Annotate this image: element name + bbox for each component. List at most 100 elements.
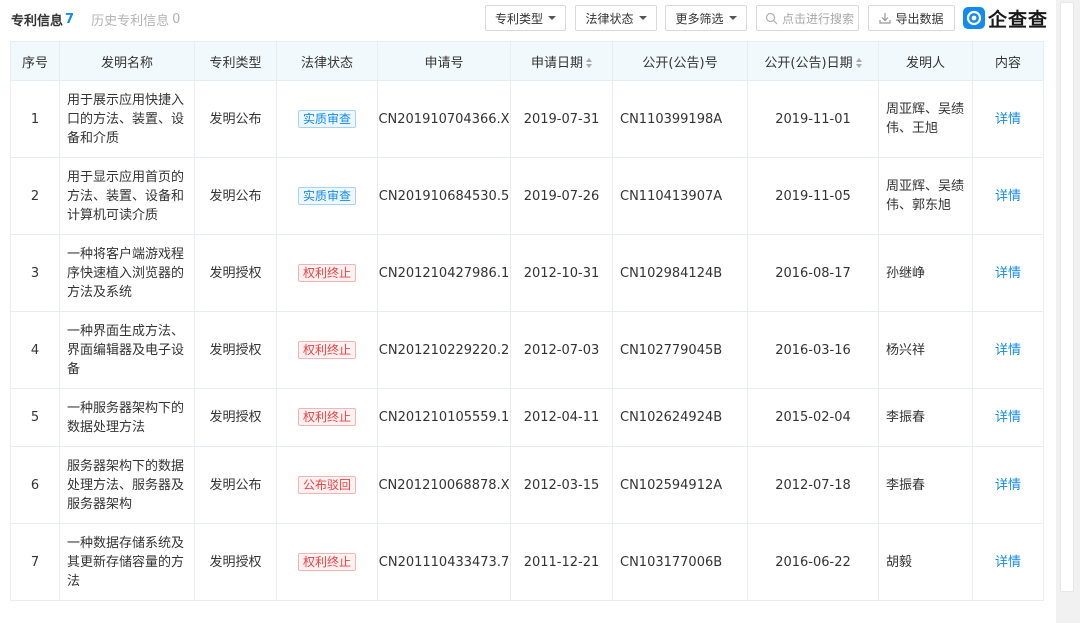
inventor-cell-text: 孙继峥 [886,265,926,281]
patent-name-cell-text: 用于展示应用快捷入口的方法、装置、设备和介质 [67,92,185,146]
publication-date-cell: 2019-11-05 [747,157,879,235]
patent-type-cell-text: 发明授权 [209,265,262,281]
patent-type-cell-text: 发明授权 [209,410,262,425]
patent-name-cell-text: 一种服务器架构下的数据处理方法 [67,400,185,435]
index-cell-text: 5 [30,410,40,425]
legal-status-dropdown[interactable]: 法律状态 [575,5,657,31]
detail-link[interactable]: 详情 [995,112,1021,127]
detail-cell: 详情 [972,234,1044,312]
index-cell: 5 [10,388,60,447]
detail-link[interactable]: 详情 [995,189,1021,204]
application-number-cell: CN201210229220.2 [377,311,511,389]
patent-type-cell: 发明公布 [194,446,277,524]
toolbar: 专利类型 法律状态 更多筛选 点击进行搜索 导出数据 [0,5,1056,31]
header-pub-date-label: 公开(公告)日期 [764,55,853,71]
detail-cell: 详情 [972,157,1044,235]
application-date-cell-text: 2012-07-03 [523,342,600,358]
inventor-cell-text: 李振春 [886,477,926,493]
sort-icon [855,58,862,68]
detail-link[interactable]: 详情 [995,343,1021,358]
patent-type-cell-text: 发明公布 [209,188,262,204]
detail-link[interactable]: 详情 [995,266,1021,281]
export-data-button[interactable]: 导出数据 [868,5,955,31]
publication-number-cell: CN102779045B [612,311,748,389]
publication-number-cell-text: CN102984124B [620,265,723,281]
search-input[interactable]: 点击进行搜索 [756,5,859,31]
patent-name-cell: 用于展示应用快捷入口的方法、装置、设备和介质 [59,80,195,158]
patent-type-cell: 发明授权 [194,388,277,447]
header-pub-no: 公开(公告)号 [612,41,748,81]
application-number-cell-text: CN201210427986.1 [378,265,510,281]
index-cell: 4 [10,311,60,389]
table-header-row: 序号 发明名称 专利类型 法律状态 申请号 申请日期 公开(公告)号 公开(公告… [10,41,1044,81]
header-content: 内容 [972,41,1044,81]
publication-date-cell: 2012-07-18 [747,446,879,524]
patent-type-cell-text: 发明公布 [209,477,262,493]
inventor-cell-text: 杨兴祥 [886,342,926,358]
table-row: 1 用于展示应用快捷入口的方法、装置、设备和介质 发明公布 实质审查 CN2019107… [10,80,1044,158]
patent-name-cell-text: 一种数据存储系统及其更新存储容量的方法 [67,535,185,589]
index-cell: 6 [10,446,60,524]
legal-status-cell: 权利终止 [276,234,378,312]
legal-status-cell: 权利终止 [276,311,378,389]
header-type: 专利类型 [194,41,277,81]
publication-date-cell-text: 2012-07-18 [775,477,851,493]
patent-type-dropdown[interactable]: 专利类型 [485,5,566,31]
application-number-cell-text: CN201210229220.2 [378,342,510,358]
table-body: 1 用于展示应用快捷入口的方法、装置、设备和介质 发明公布 实质审查 CN2019107… [10,80,1044,601]
publication-number-cell-text: CN102624924B [620,410,723,425]
detail-cell: 详情 [972,311,1044,389]
table-row: 2 用于显示应用首页的方法、装置、设备和计算机可读介质 发明公布 实质审查 CN2019… [10,157,1044,235]
caret-down-icon [548,16,556,20]
publication-number-cell: CN102594912A [612,446,748,524]
patent-type-label: 专利类型 [494,11,543,26]
more-filter-dropdown[interactable]: 更多筛选 [665,5,747,31]
caret-down-icon [728,16,737,20]
page-bottom [0,602,1056,623]
status-badge: 权利终止 [297,408,356,426]
header-app-date[interactable]: 申请日期 [510,41,613,81]
detail-link[interactable]: 详情 [995,555,1021,570]
detail-link[interactable]: 详情 [995,410,1021,425]
patent-name-cell: 一种数据存储系统及其更新存储容量的方法 [59,523,195,601]
inventor-cell: 李振春 [878,446,973,524]
qcc-logo-text: 企查查 [988,8,1049,31]
publication-number-cell-text: CN102594912A [620,477,723,493]
application-number-cell-text: CN201910684530.5 [378,188,510,204]
legal-status-cell: 实质审查 [276,157,378,235]
publication-number-cell: CN110399198A [612,80,748,158]
inventor-cell-text: 周亚辉、吴绩伟、郭东旭 [886,179,965,213]
patent-type-cell: 发明公布 [194,80,277,158]
application-number-cell: CN201210105559.1 [377,388,511,447]
legal-status-cell: 权利终止 [276,523,378,601]
inventor-cell: 孙继峥 [878,234,973,312]
table-row: 5 一种服务器架构下的数据处理方法 发明授权 权利终止 CN201210105559.1… [10,388,1044,447]
table-row: 6 服务器架构下的数据处理方法、服务器及服务器架构 发明公布 公布驳回 CN201210… [10,446,1044,524]
more-filter-label: 更多筛选 [675,11,724,26]
status-badge: 权利终止 [297,340,356,359]
legal-status-cell: 公布驳回 [276,446,378,524]
application-number-cell: CN201210427986.1 [377,234,511,312]
scrollbar-thumb[interactable] [1060,2,1074,592]
search-placeholder: 点击进行搜索 [782,11,855,26]
publication-number-cell: CN110413907A [612,157,748,235]
detail-cell: 详情 [972,80,1044,158]
publication-number-cell: CN102984124B [612,234,748,312]
application-number-cell: CN201210068878.X [377,446,511,524]
header-inventor: 发明人 [878,41,973,81]
legal-status-cell: 实质审查 [276,80,378,158]
inventor-cell-text: 李振春 [886,410,926,425]
application-number-cell-text: CN201210068878.X [378,477,510,493]
detail-link[interactable]: 详情 [995,478,1021,493]
qcc-logo-icon [963,7,985,29]
legal-status-cell: 权利终止 [276,388,378,447]
header-status: 法律状态 [276,41,378,81]
header-pub-date[interactable]: 公开(公告)日期 [747,41,879,81]
publication-date-cell: 2015-02-04 [747,388,879,447]
application-date-cell-text: 2012-10-31 [523,265,600,281]
legal-status-label: 法律状态 [585,11,634,26]
patent-name-cell: 一种界面生成方法、界面编辑器及电子设备 [59,311,195,389]
patent-type-cell-text: 发明公布 [209,111,262,127]
index-cell: 1 [10,80,60,158]
patent-name-cell: 一种将客户端游戏程序快速植入浏览器的方法及系统 [59,234,195,312]
